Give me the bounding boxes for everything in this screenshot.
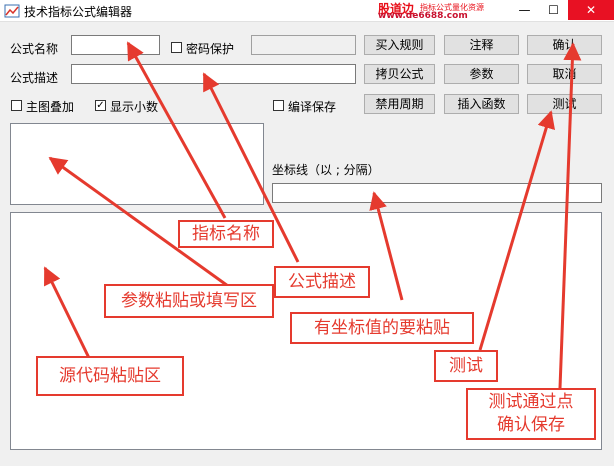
arrow-source-area [43,266,92,361]
annotation-source-area: 源代码粘贴区 [36,356,184,396]
annotation-confirm-save: 测试通过点 确认保存 [466,388,596,440]
arrow-confirm [558,42,582,389]
annotation-confirm-save-line2: 确认保存 [497,415,565,435]
annotation-indicator-name: 指标名称 [178,220,274,248]
annotation-params-area: 参数粘贴或填写区 [104,284,274,318]
arrow-test [478,110,555,351]
annotation-axis-values: 有坐标值的要粘贴 [290,312,474,344]
annotation-formula-desc: 公式描述 [274,266,370,298]
arrow-indicator-name [126,41,227,219]
arrow-axis-values [369,191,404,301]
annotation-confirm-save-line1: 测试通过点 [488,392,574,412]
annotation-test: 测试 [434,350,498,382]
